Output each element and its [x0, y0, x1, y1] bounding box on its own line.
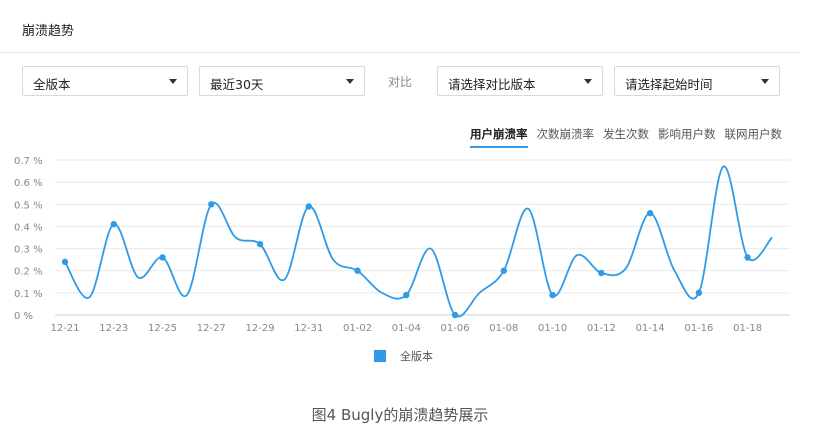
x-tick-label: 12-27: [197, 323, 226, 334]
data-point: [549, 291, 556, 299]
figure-caption: 图4 Bugly的崩溃趋势展示: [311, 406, 489, 424]
data-point: [744, 254, 751, 261]
data-point: [695, 289, 703, 297]
data-point: [646, 209, 654, 217]
series-line: [64, 165, 773, 318]
x-tick-label: 01-14: [636, 323, 665, 334]
version-select[interactable]: 全版本: [22, 66, 188, 96]
crash-trend-chart: 0 % 0.1 % 0.2 % 0.3 % 0.4 % 0.5 % 0.6 % 0.7 % 12…: [14, 156, 790, 334]
data-point: [354, 267, 361, 274]
y-tick-label: 0.6 %: [14, 178, 43, 189]
data-point: [451, 311, 459, 319]
x-tick-label: 01-08: [489, 323, 518, 334]
data-point: [61, 258, 69, 266]
x-tick-label: 12-25: [148, 323, 177, 334]
chevron-down-icon: [346, 79, 354, 84]
tab-affected-users[interactable]: 影响用户数: [658, 126, 716, 148]
data-point: [208, 201, 215, 208]
x-tick-label: 12-21: [50, 323, 79, 334]
start-time-select[interactable]: 请选择起始时间: [614, 66, 780, 96]
start-time-select-value: 请选择起始时间: [625, 77, 713, 92]
legend-label: 全版本: [400, 350, 433, 363]
x-tick-label: 01-18: [733, 323, 762, 334]
metric-tabs: 用户崩溃率 次数崩溃率 发生次数 影响用户数 联网用户数: [470, 126, 782, 150]
x-tick-label: 01-12: [587, 323, 616, 334]
x-tick-label: 01-10: [538, 323, 567, 334]
data-point: [305, 203, 312, 210]
y-tick-label: 0.2 %: [14, 267, 43, 278]
x-tick-label: 12-29: [246, 323, 275, 334]
chevron-down-icon: [169, 79, 177, 84]
x-tick-label: 12-31: [294, 323, 323, 334]
tab-online-users[interactable]: 联网用户数: [725, 126, 783, 148]
y-tick-label: 0.4 %: [14, 222, 43, 233]
tab-user-crash-rate[interactable]: 用户崩溃率: [470, 126, 528, 148]
tab-occurrences[interactable]: 发生次数: [603, 126, 649, 148]
y-tick-label: 0.7 %: [14, 156, 43, 167]
data-point: [256, 240, 264, 248]
chart-legend[interactable]: 全版本: [374, 348, 433, 364]
x-tick-label: 01-06: [441, 323, 470, 334]
data-point: [159, 254, 166, 261]
data-point: [403, 291, 410, 299]
y-tick-label: 0 %: [14, 311, 33, 322]
x-tick-label: 01-16: [684, 323, 713, 334]
y-tick-label: 0.3 %: [14, 245, 43, 256]
y-tick-label: 0.5 %: [14, 200, 43, 211]
x-tick-label: 12-23: [99, 323, 128, 334]
legend-swatch: [374, 350, 386, 362]
data-point: [598, 269, 605, 277]
time-range-select[interactable]: 最近30天: [199, 66, 365, 96]
version-select-value: 全版本: [33, 77, 71, 92]
time-range-select-value: 最近30天: [210, 77, 264, 92]
page-header: 崩溃趋势: [0, 0, 800, 53]
chevron-down-icon: [761, 79, 769, 84]
compare-version-select-value: 请选择对比版本: [448, 77, 536, 92]
y-tick-label: 0.1 %: [14, 289, 43, 300]
chevron-down-icon: [584, 79, 592, 84]
x-tick-label: 01-02: [343, 323, 372, 334]
data-point: [110, 221, 117, 228]
compare-version-select[interactable]: 请选择对比版本: [437, 66, 603, 96]
tab-count-crash-rate[interactable]: 次数崩溃率: [537, 126, 595, 148]
data-point: [500, 267, 508, 274]
x-tick-label: 01-04: [392, 323, 421, 334]
page-title: 崩溃趋势: [22, 24, 75, 39]
compare-label: 对比: [388, 75, 413, 89]
